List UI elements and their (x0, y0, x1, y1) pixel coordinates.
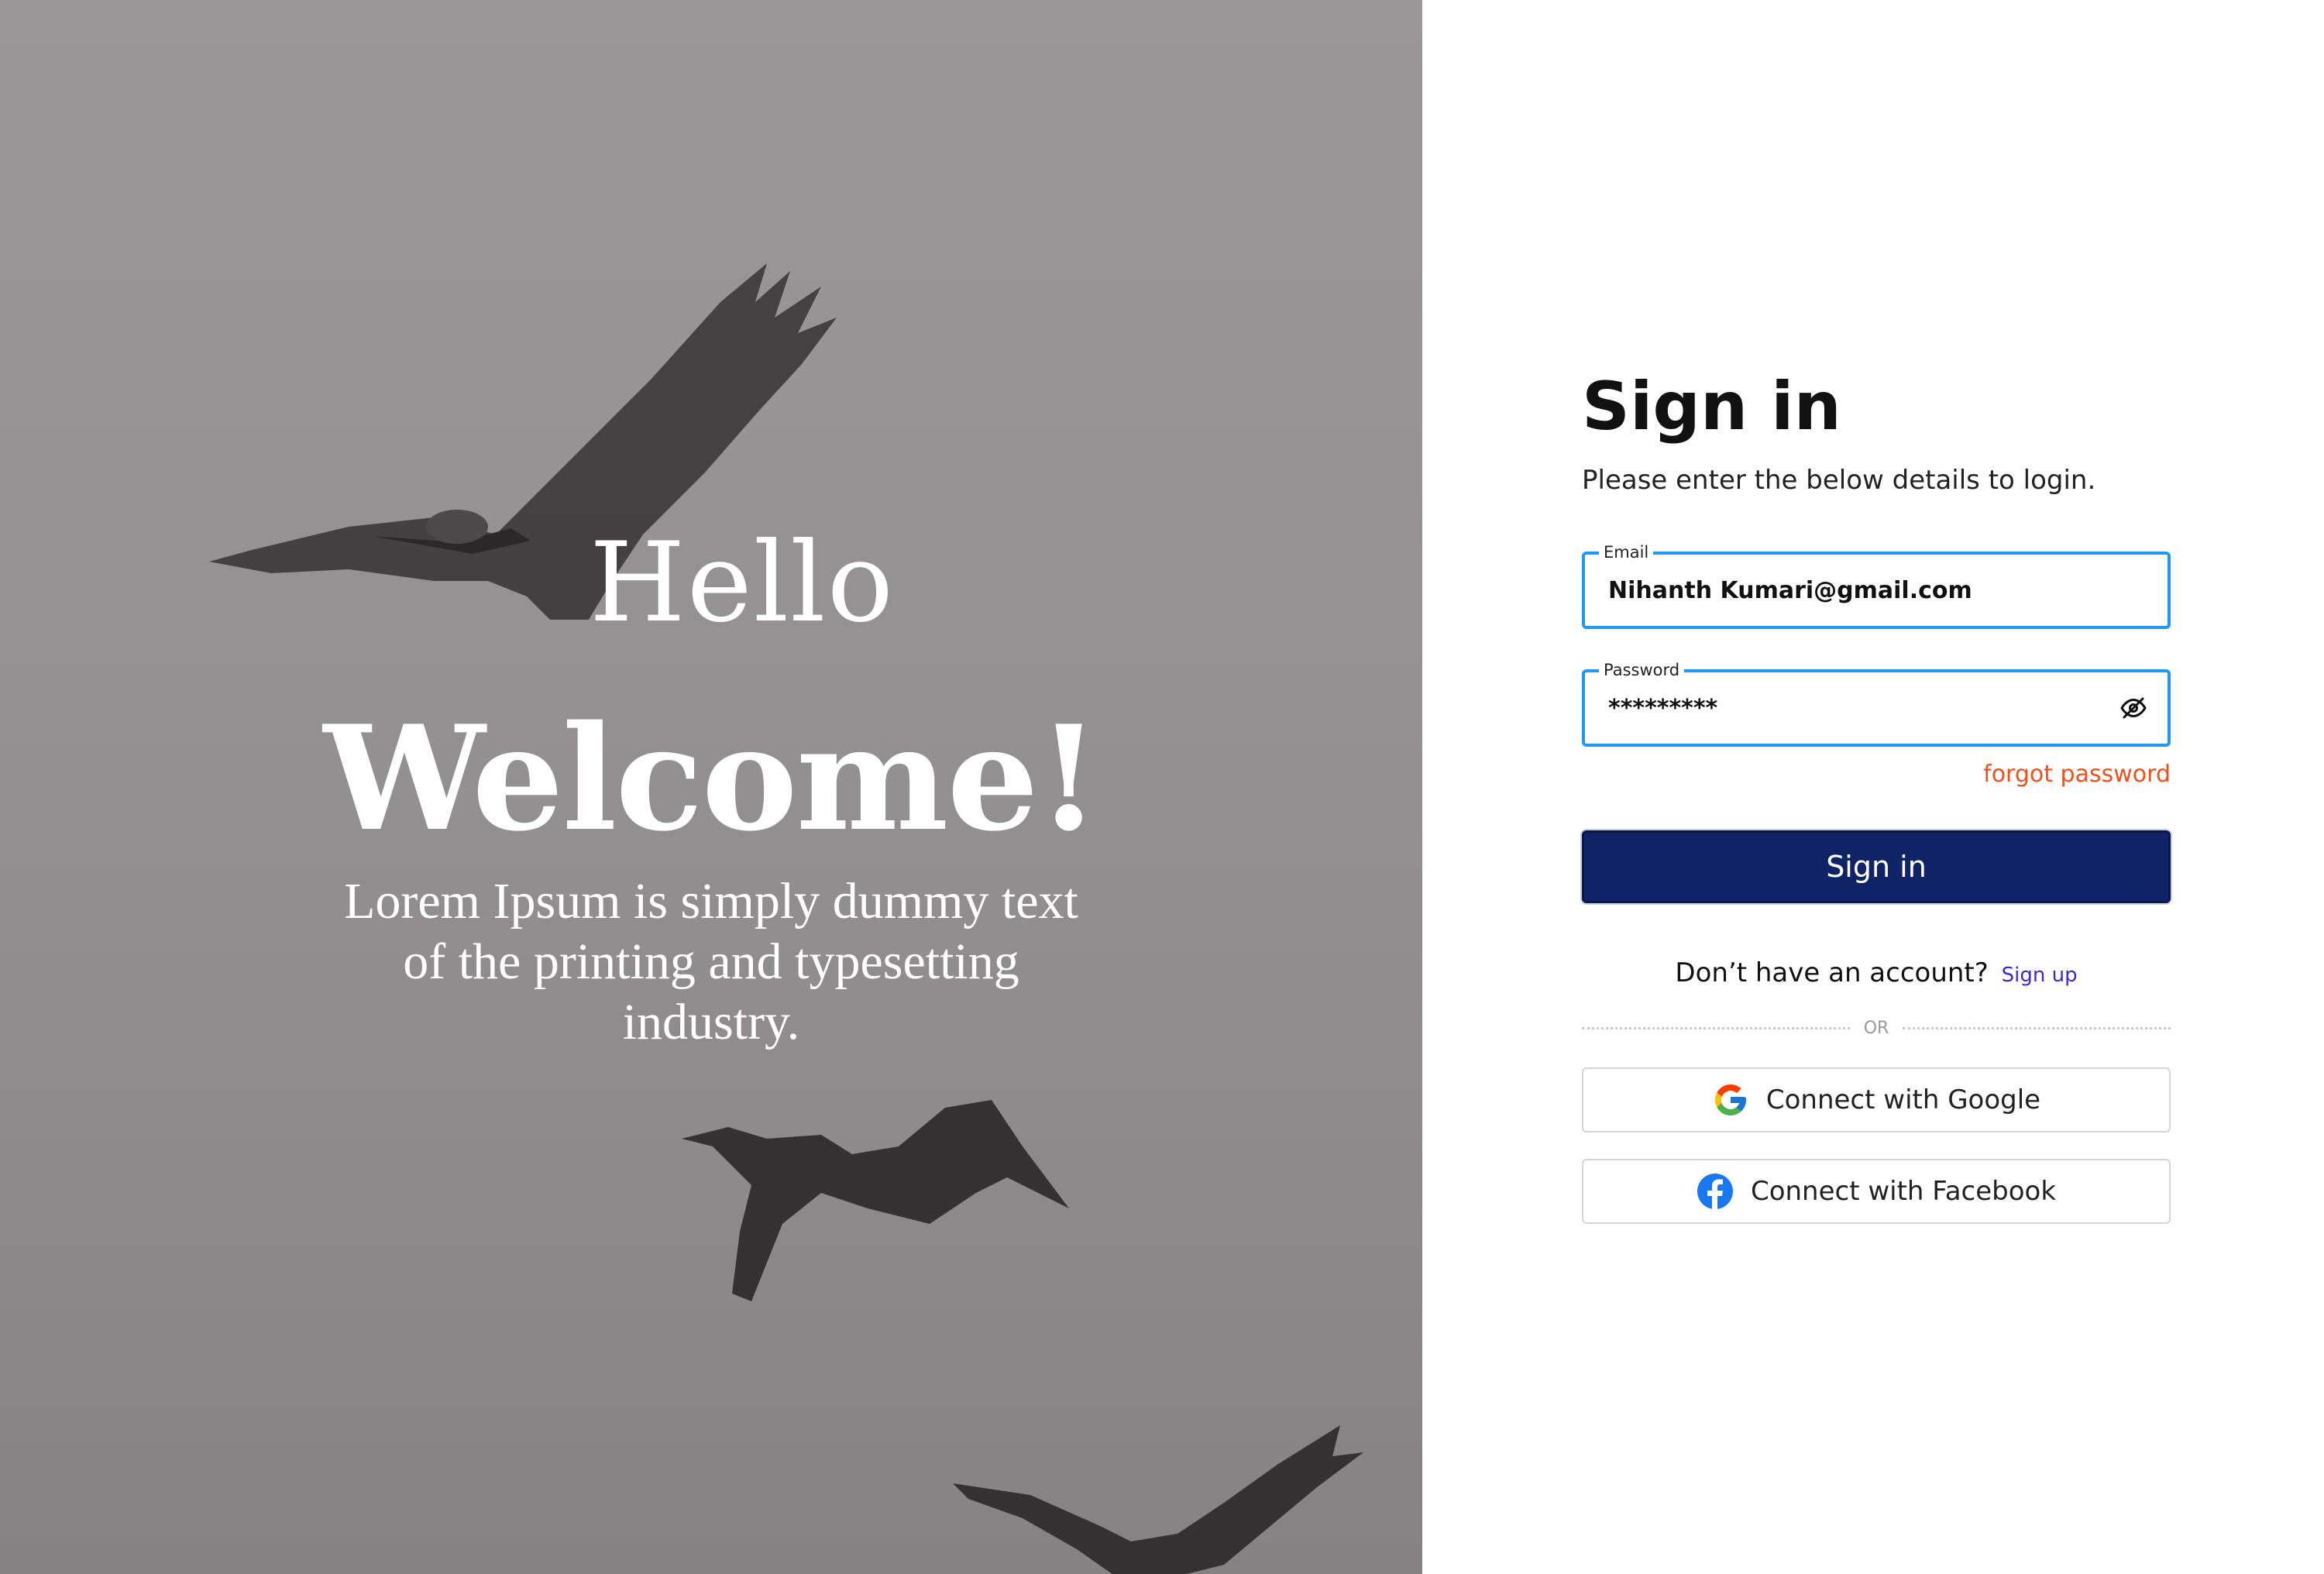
signin-button[interactable]: Sign in (1582, 830, 2171, 903)
hero-hello: Hello (589, 519, 896, 647)
or-line-left (1582, 1026, 1850, 1029)
password-input[interactable] (1608, 672, 2106, 744)
or-divider: OR (1582, 1016, 2171, 1040)
hero-tagline: Lorem Ipsum is simply dummy text of the … (344, 873, 1078, 1050)
signin-panel: Sign in Please enter the below details t… (1422, 0, 2324, 1574)
or-line-right (1903, 1026, 2171, 1029)
facebook-icon (1697, 1173, 1734, 1210)
signup-row: Don’t have an account? Sign up (1582, 957, 2171, 988)
google-icon (1712, 1081, 1749, 1119)
pelican-image-2 (666, 1092, 1085, 1317)
forgot-row: forgot password (1582, 761, 2171, 792)
eye-slash-icon[interactable] (2119, 694, 2147, 722)
google-connect-button[interactable]: Connect with Google (1582, 1067, 2171, 1132)
email-input[interactable] (1608, 555, 2106, 626)
or-label: OR (1863, 1018, 1889, 1038)
signin-form: Sign in Please enter the below details t… (1582, 364, 2171, 1224)
facebook-connect-button[interactable]: Connect with Facebook (1582, 1159, 2171, 1224)
page-title: Sign in (1582, 368, 1841, 445)
signup-prompt: Don’t have an account? (1675, 957, 1989, 988)
hero-welcome: Welcome! (323, 693, 1101, 863)
google-button-label: Connect with Google (1765, 1084, 2041, 1115)
hero-panel: Hello Welcome! Lorem Ipsum is simply dum… (0, 0, 1422, 1574)
pelican-image-3 (945, 1410, 1363, 1574)
login-page: Hello Welcome! Lorem Ipsum is simply dum… (0, 0, 2324, 1574)
signup-link[interactable]: Sign up (2002, 964, 2078, 987)
password-field: Password (1582, 660, 2171, 747)
email-field: Email (1582, 542, 2171, 629)
page-subtitle: Please enter the below details to login. (1582, 465, 2096, 496)
forgot-password-link[interactable]: forgot password (1983, 761, 2171, 788)
facebook-button-label: Connect with Facebook (1750, 1176, 2057, 1207)
